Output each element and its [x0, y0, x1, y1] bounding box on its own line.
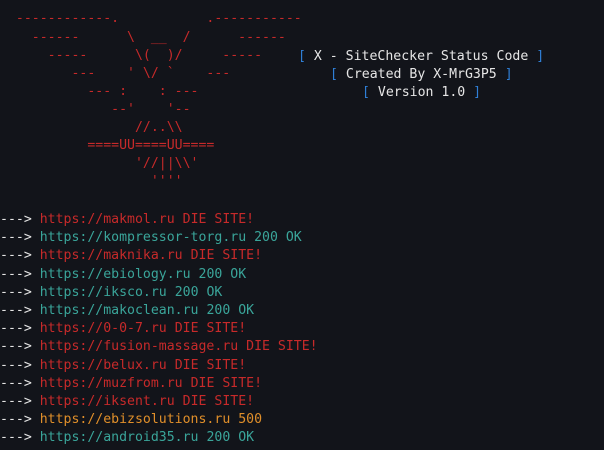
result-row: ---> https://ebizsolutions.ru 500 [0, 411, 318, 429]
open-bracket: [ [362, 85, 370, 100]
ascii-art-line: ------------. .----------- [0, 11, 302, 26]
banner-info-line: [ Version 1.0 ] [362, 84, 481, 102]
close-bracket: ] [473, 85, 482, 100]
ascii-art-line: //..\\ [0, 120, 183, 135]
arrow-prompt: ---> [0, 248, 40, 264]
site-url: https://maknika.ru [39, 248, 183, 264]
open-bracket: [ [330, 67, 338, 82]
arrow-prompt: ---> [0, 430, 40, 446]
arrow-prompt: ---> [0, 357, 40, 373]
arrow-prompt: ---> [0, 393, 40, 409]
result-row: ---> https://ebiology.ru 200 OK [0, 266, 318, 284]
ascii-art-line: ====UU====UU==== [0, 138, 215, 153]
status-text: DIE SITE! [190, 248, 263, 264]
ascii-art-line: '''' [0, 174, 183, 189]
banner-info-text: Version 1.0 [369, 85, 474, 100]
arrow-prompt: ---> [0, 284, 40, 300]
result-row: ---> https://muzfrom.ru DIE SITE! [0, 375, 318, 393]
banner-info-text: Created By X-MrG3P5 [337, 67, 505, 82]
terminal-window: ------------. .----------- ------ \ __ /… [0, 0, 604, 450]
result-row: ---> https://makoclean.ru 200 OK [0, 302, 318, 320]
arrow-prompt: ---> [0, 412, 40, 428]
result-row: ---> https://belux.ru DIE SITE! [0, 357, 318, 375]
arrow-prompt: ---> [0, 212, 40, 227]
banner-info-line: [ Created By X-MrG3P5 ] [330, 66, 513, 84]
arrow-prompt: ---> [0, 339, 40, 355]
status-text: 200 OK [198, 266, 247, 282]
status-text: 200 OK [206, 302, 255, 318]
ascii-art-line: --- ' \/ ` --- [0, 66, 231, 81]
arrow-prompt: ---> [0, 375, 40, 391]
ascii-art-line: --' '-- [0, 102, 191, 117]
result-row: ---> https://iksent.ru DIE SITE! [0, 393, 318, 411]
arrow-prompt: ---> [0, 302, 40, 318]
status-text: DIE SITE! [182, 212, 255, 227]
ascii-art-line: ----- \( )/ ----- [0, 48, 263, 63]
results-list: ---> https://makmol.ru DIE SITE! ---> htt… [0, 211, 318, 447]
site-url: https://ebiology.ru [39, 266, 191, 282]
banner-info-line: [ X - SiteChecker Status Code ] [298, 48, 544, 66]
status-text: 200 OK [254, 230, 302, 246]
site-url: https://makmol.ru [39, 212, 175, 227]
site-url: https://makoclean.ru [39, 302, 199, 318]
result-row: ---> https://android35.ru 200 OK [0, 429, 318, 447]
site-url: https://muzfrom.ru [39, 375, 183, 391]
status-text: DIE SITE! [190, 375, 263, 391]
site-url: https://iksco.ru [39, 284, 167, 300]
site-url: https://belux.ru [39, 357, 167, 373]
site-url: https://iksent.ru [39, 393, 175, 409]
result-row: ---> https://iksco.ru 200 OK [0, 284, 318, 302]
arrow-prompt: ---> [0, 230, 40, 246]
status-text: DIE SITE! [182, 393, 255, 409]
site-url: https://0-0-7.ru [39, 321, 167, 337]
ascii-art-line: --- : : --- [0, 84, 199, 99]
site-url: https://ebizsolutions.ru [39, 412, 231, 428]
close-bracket: ] [504, 67, 513, 82]
ascii-art-line: ------ \ __ / ------ [0, 30, 286, 45]
result-row: ---> https://maknika.ru DIE SITE! [0, 247, 318, 265]
status-text: 200 OK [206, 430, 255, 446]
result-row: ---> https://0-0-7.ru DIE SITE! [0, 320, 318, 338]
site-url: https://android35.ru [39, 430, 199, 446]
status-text: 200 OK [174, 284, 223, 300]
site-url: https://fusion-massage.ru [39, 339, 239, 355]
banner-info-text: X - SiteChecker Status Code [305, 49, 537, 64]
result-row: ---> https://fusion-massage.ru DIE SITE! [0, 338, 318, 356]
result-row: ---> https://makmol.ru DIE SITE! [0, 211, 318, 229]
arrow-prompt: ---> [0, 266, 40, 282]
status-text: DIE SITE! [174, 321, 247, 337]
result-row: ---> https://kompressor-torg.ru 200 OK [0, 229, 318, 247]
status-text: DIE SITE! [174, 357, 247, 373]
ascii-art-line: '//||\\' [0, 156, 199, 171]
close-bracket: ] [536, 49, 545, 64]
arrow-prompt: ---> [0, 321, 40, 337]
site-url: https://kompressor-torg.ru [39, 230, 247, 246]
status-text: 500 [238, 412, 263, 428]
status-text: DIE SITE! [246, 339, 318, 355]
open-bracket: [ [298, 49, 306, 64]
